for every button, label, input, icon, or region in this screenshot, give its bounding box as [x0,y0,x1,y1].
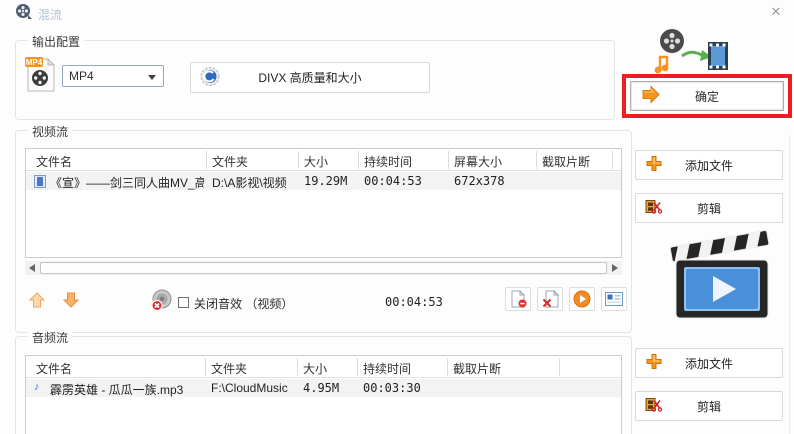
mux-streams-icon [650,26,730,74]
col-capture[interactable]: 截取片断 [453,360,501,377]
col-size[interactable]: 大小 [303,360,327,377]
cell-size: 19.29M [304,174,360,188]
video-add-file-button[interactable]: 添加文件 [635,150,783,180]
chevron-down-icon [148,75,156,80]
video-table-row[interactable]: 《宣》——剑三同人曲MV_高清... D:\A影视\视频 19.29M 00:0… [26,172,621,190]
video-total-duration: 00:04:53 [385,295,443,309]
clip-scissors-icon [645,396,663,417]
column-divider [205,358,206,376]
video-edit-label: 剪辑 [697,200,721,217]
column-divider [559,358,560,376]
column-divider [206,151,207,169]
cell-screen: 672x378 [454,174,534,188]
mute-speaker-icon [150,288,174,315]
window-title: 混流 [38,6,62,23]
audio-table-row[interactable]: ♪ 霹雳英雄 - 瓜瓜一族.mp3 F:\CloudMusic 4.95M 00… [26,379,621,397]
audio-add-file-button[interactable]: 添加文件 [635,348,783,378]
scroll-left-icon[interactable] [29,264,35,272]
column-divider [536,151,537,169]
remove-file-button[interactable] [505,287,531,311]
col-filename[interactable]: 文件名 [36,153,72,170]
properties-panel-button[interactable] [601,287,627,311]
col-folder[interactable]: 文件夹 [212,153,248,170]
scrollbar-thumb[interactable] [40,262,607,274]
column-divider [357,358,358,376]
cell-folder: D:\A影视\视频 [212,174,300,191]
column-divider [612,151,613,169]
cell-filename: 霹雳英雄 - 瓜瓜一族.mp3 [50,381,204,398]
music-note-icon: ♪ [34,381,40,393]
audio-table-header: 文件名 文件夹 大小 持续时间 截取片断 [26,356,621,378]
video-add-file-label: 添加文件 [685,157,733,174]
clip-scissors-icon [645,198,663,219]
mute-audio-label: 关闭音效 （视频） [194,295,293,312]
move-down-button[interactable] [62,291,80,312]
format-select-value: MP4 [69,69,94,83]
mp4-file-icon: MP4 [24,56,56,94]
video-stream-label: 视频流 [28,123,72,140]
mp4-badge: MP4 [26,58,43,67]
col-size[interactable]: 大小 [304,153,328,170]
col-duration[interactable]: 持续时间 [364,153,412,170]
cell-duration: 00:03:30 [363,381,443,395]
move-up-button[interactable] [28,291,46,312]
audio-edit-label: 剪辑 [697,398,721,415]
ok-button-label: 确定 [695,88,719,105]
close-icon[interactable]: ✕ [766,3,786,21]
cell-folder: F:\CloudMusic [211,381,299,395]
profile-button[interactable]: DIVX 高质量和大小 [190,62,430,93]
col-screen[interactable]: 屏幕大小 [454,153,502,170]
column-divider [298,151,299,169]
col-filename[interactable]: 文件名 [36,360,72,377]
preview-play-button[interactable] [569,287,595,311]
cell-duration: 00:04:53 [364,174,444,188]
film-reel-icon [15,3,33,21]
scroll-right-icon[interactable] [612,264,618,272]
audio-edit-button[interactable]: 剪辑 [635,391,783,421]
audio-add-file-label: 添加文件 [685,355,733,372]
arrow-right-icon [641,86,661,107]
audio-stream-label: 音频流 [28,329,72,346]
profile-button-label: DIVX 高质量和大小 [258,69,361,86]
audio-file-table: 文件名 文件夹 大小 持续时间 截取片断 ♪ 霹雳英雄 - 瓜瓜一族.mp3 F… [25,355,622,434]
column-divider [358,151,359,169]
clear-list-button[interactable] [537,287,563,311]
format-select[interactable]: MP4 [62,65,164,87]
ok-button[interactable]: 确定 [630,81,784,111]
col-duration[interactable]: 持续时间 [363,360,411,377]
plus-icon [645,353,663,374]
output-config-label: 输出配置 [28,33,84,50]
video-table-hscrollbar[interactable] [25,261,622,275]
video-file-icon [34,175,46,191]
col-capture[interactable]: 截取片断 [542,153,590,170]
video-file-table: 文件名 文件夹 大小 持续时间 屏幕大小 截取片断 《宣》——剑三同人曲MV_高… [25,148,622,258]
cell-filename: 《宣》——剑三同人曲MV_高清... [50,174,204,191]
mute-audio-checkbox[interactable] [178,297,189,308]
col-folder[interactable]: 文件夹 [211,360,247,377]
column-divider [297,358,298,376]
plus-icon [645,155,663,176]
column-divider [447,358,448,376]
clapperboard-icon [666,228,776,326]
gear-icon [200,66,220,89]
column-divider [448,151,449,169]
video-table-header: 文件名 文件夹 大小 持续时间 屏幕大小 截取片断 [26,149,621,171]
panel-edge-divider [789,135,790,434]
cell-size: 4.95M [303,381,359,395]
video-edit-button[interactable]: 剪辑 [635,193,783,223]
